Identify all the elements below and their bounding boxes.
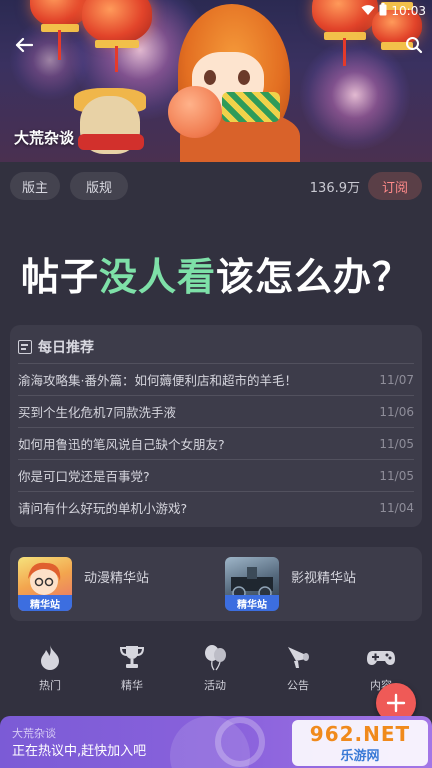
recommend-item[interactable]: 买到个生化危机7同款洗手液 11/06 [18, 395, 414, 427]
headline-text-accent: 没人看 [98, 255, 216, 299]
forum-banner: 10:03 大荒杂谈 [0, 0, 432, 162]
recommend-item-title: 买到个生化危机7同款洗手液 [18, 405, 176, 420]
station-label: 影视精华站 [291, 571, 357, 586]
firework-decoration [300, 40, 410, 150]
character-eye [204, 70, 216, 85]
wifi-icon [361, 4, 375, 19]
rules-tag[interactable]: 版规 [70, 172, 128, 200]
search-icon [406, 37, 423, 54]
gamepad-icon [367, 651, 395, 665]
station-film[interactable]: 精华站 影视精华站 [225, 557, 356, 611]
back-button[interactable] [10, 31, 38, 59]
flame-icon [41, 645, 59, 670]
forum-title: 大荒杂谈 [14, 129, 75, 147]
nav-item-notice[interactable]: 公告 [268, 643, 328, 693]
megaphone-icon [288, 647, 309, 668]
trophy-icon [119, 646, 145, 668]
station-anime[interactable]: 精华站 动漫精华站 [18, 557, 149, 611]
daily-recommend-header: 每日推荐 [18, 337, 94, 357]
nav-item-hot[interactable]: 热门 [20, 643, 80, 693]
bottom-nav: 热门 精华 活动 公告 内容 [0, 643, 432, 703]
recommend-list: 渝海攻略集·番外篇：如何薅便利店和超市的羊毛！ 11/07 买到个生化危机7同款… [18, 363, 414, 523]
nav-label: 精华 [121, 679, 143, 692]
station-badge: 精华站 [18, 595, 72, 611]
subscribe-button[interactable]: 订阅 [368, 172, 422, 200]
recommend-item-date: 11/07 [379, 372, 414, 387]
recommend-item-title: 请问有什么好玩的单机小游戏? [18, 501, 188, 516]
recommend-item[interactable]: 渝海攻略集·番外篇：如何薅便利店和超市的羊毛！ 11/07 [18, 363, 414, 395]
follower-count: 136.9万 [309, 181, 360, 196]
lantern-tassel [115, 46, 118, 72]
nav-item-events[interactable]: 活动 [185, 643, 245, 693]
recommend-item[interactable]: 你是可口党还是百事党? 11/05 [18, 459, 414, 491]
daily-recommend-title: 每日推荐 [38, 340, 94, 356]
recommend-item-title: 如何用鲁迅的笔风说自己缺个女朋友? [18, 437, 225, 452]
recommend-item-date: 11/04 [379, 500, 414, 515]
station-label: 动漫精华站 [84, 571, 150, 586]
nav-label: 热门 [39, 679, 61, 692]
recommend-item[interactable]: 请问有什么好玩的单机小游戏? 11/04 [18, 491, 414, 523]
site-watermark-logo: 962.NET 乐游网 [292, 720, 428, 766]
nav-item-featured[interactable]: 精华 [102, 643, 162, 693]
status-time: 10:03 [391, 4, 426, 18]
nav-label: 公告 [287, 679, 309, 692]
character-eye [238, 70, 250, 85]
cat-scarf [78, 134, 144, 150]
recommend-item-title: 渝海攻略集·番外篇：如何薅便利店和超市的羊毛！ [18, 373, 297, 388]
watermark-bottom: 乐游网 [340, 749, 380, 764]
featured-stations: 精华站 动漫精华站 精华站 影视精华站 [10, 547, 422, 621]
daily-recommend-card: 每日推荐 渝海攻略集·番外篇：如何薅便利店和超市的羊毛！ 11/07 买到个生化… [10, 325, 422, 527]
mascot-illustration [168, 86, 222, 138]
lantern-tassel [343, 38, 346, 66]
headline-text-end: 该怎么办？ [216, 255, 412, 299]
battery-icon [379, 3, 387, 19]
headline-text-start: 帖子 [20, 255, 99, 299]
forum-meta-row: 版主 版规 136.9万 订阅 [0, 172, 432, 202]
document-icon [18, 340, 32, 354]
balloons-icon [205, 645, 226, 671]
banner-text: 正在热议中,赶快加入吧 [12, 744, 147, 759]
station-thumbnail: 精华站 [18, 557, 72, 611]
nav-label: 活动 [204, 679, 226, 692]
moderator-tag[interactable]: 版主 [10, 172, 60, 200]
character-scarf [222, 92, 280, 122]
plus-icon [386, 693, 406, 713]
station-badge: 精华站 [225, 595, 279, 611]
recommend-item[interactable]: 如何用鲁迅的笔风说自己缺个女朋友? 11/05 [18, 427, 414, 459]
station-thumbnail: 精华站 [225, 557, 279, 611]
recommend-item-date: 11/05 [379, 468, 414, 483]
status-bar: 10:03 [361, 2, 426, 20]
watermark-top: 962.NET [309, 722, 411, 746]
recommend-item-title: 你是可口党还是百事党? [18, 469, 150, 484]
back-arrow-icon [15, 37, 33, 53]
recommend-item-date: 11/06 [379, 404, 414, 419]
promo-headline[interactable]: 帖子没人看该怎么办？ [0, 246, 432, 301]
lantern-tassel [58, 30, 61, 60]
recommend-item-date: 11/05 [379, 436, 414, 451]
banner-subtitle: 大荒杂谈 [12, 727, 56, 740]
search-button[interactable] [400, 31, 428, 59]
